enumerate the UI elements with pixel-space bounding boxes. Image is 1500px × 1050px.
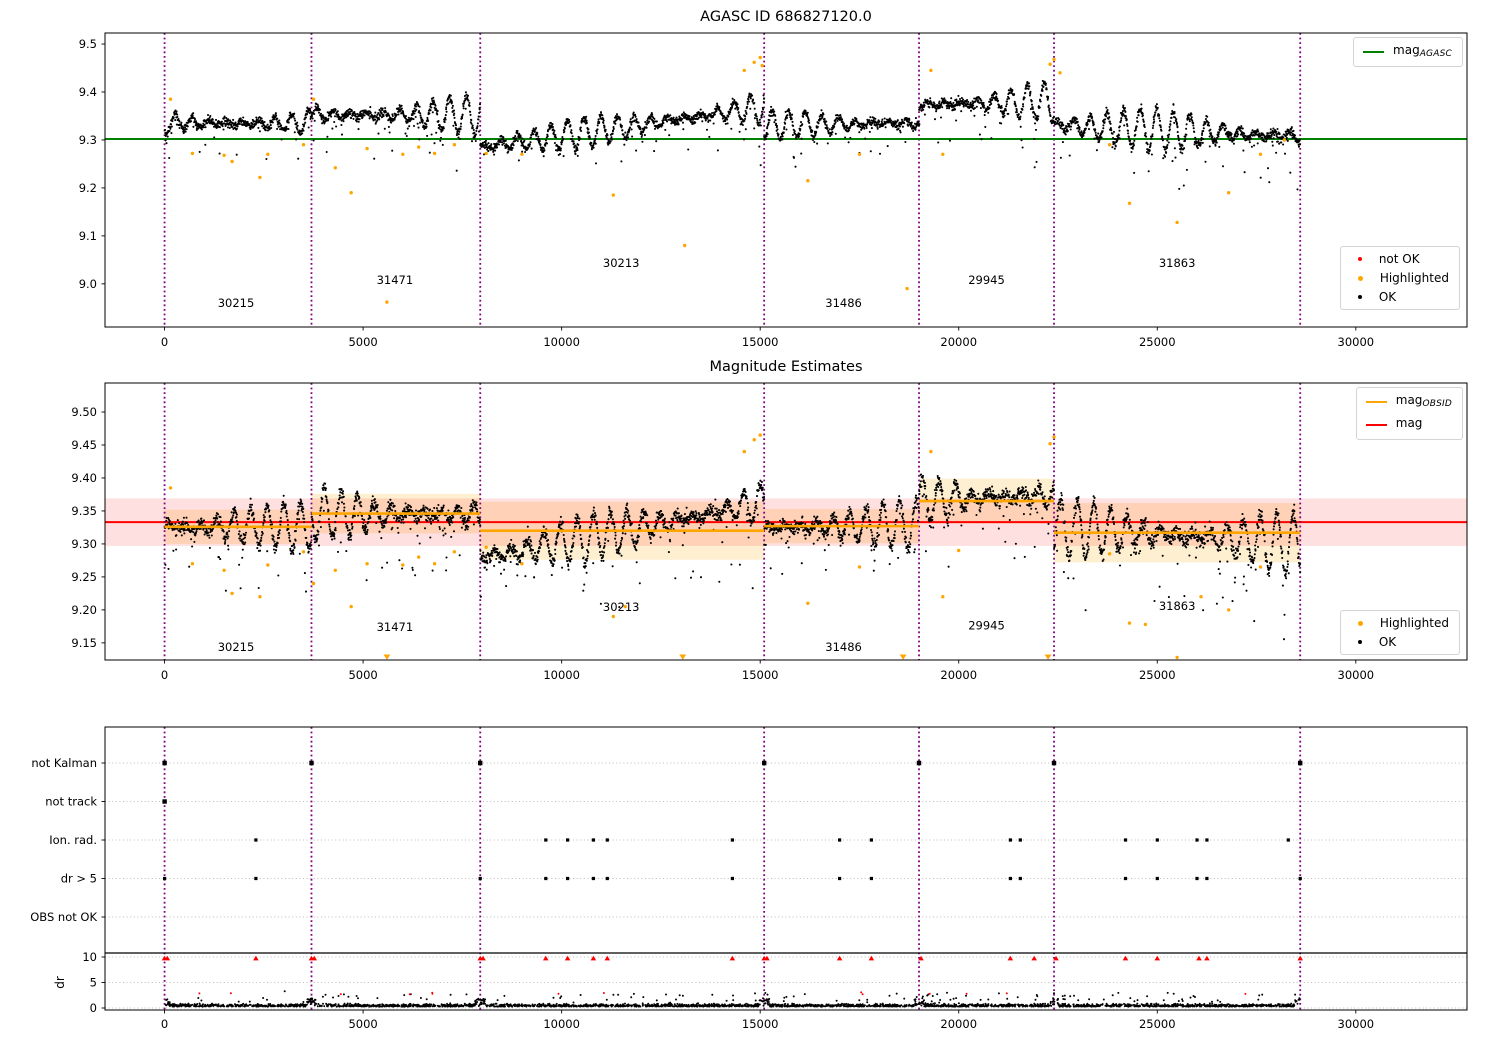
- orange-dot-swatch: [1357, 275, 1363, 281]
- green-line-swatch: [1363, 50, 1385, 54]
- legend-item-highlighted: Highlighted: [1350, 271, 1449, 285]
- y-tick-label: 9.40: [71, 471, 97, 485]
- x-tick-label: 5000: [348, 668, 377, 682]
- obsid-label: 30215: [218, 640, 255, 654]
- obsid-label: 30213: [603, 256, 640, 270]
- orange-dot-swatch: [1357, 620, 1363, 626]
- y-tick-label: 9.2: [79, 181, 97, 195]
- middle-plot: 0 5000 10000 15000 20000 25000 30000 9.50 9.45 9.…: [71, 382, 1468, 682]
- top-plot-title: AGASC ID 686827120.0: [700, 9, 872, 25]
- legend-label: Highlighted: [1379, 271, 1449, 285]
- legend-label: OK: [1378, 635, 1397, 649]
- legend-item-ok: OK: [1350, 635, 1449, 649]
- x-tick-label: 20000: [940, 668, 977, 682]
- y-tick-label: 9.0: [79, 277, 97, 291]
- x-tick-label: 10000: [543, 335, 580, 349]
- obsid-label: 31471: [377, 273, 414, 287]
- dr-tick-label: 10: [82, 950, 97, 964]
- x-tick-label: 10000: [543, 668, 580, 682]
- flag-row-label: Ion. rad.: [49, 833, 97, 847]
- x-tick-label: 5000: [348, 1017, 377, 1031]
- x-tick-label: 0: [161, 1017, 168, 1031]
- x-tick-label: 25000: [1139, 1017, 1176, 1031]
- x-tick-label: 20000: [940, 1017, 977, 1031]
- legend-mag-agasc: magAGASC: [1353, 37, 1463, 67]
- legend-label: OK: [1378, 290, 1397, 304]
- bottom-plot: 0 5000 10000 15000 20000 25000 30000 not Kalman…: [30, 726, 1468, 1031]
- legend-label: Highlighted: [1379, 616, 1449, 630]
- flag-row-label: OBS not OK: [30, 910, 97, 924]
- legend-label: not OK: [1378, 252, 1420, 266]
- flag-row-label: not track: [45, 795, 97, 809]
- y-tick-label: 9.5: [79, 37, 97, 51]
- obsid-label: 31471: [377, 620, 414, 634]
- x-tick-label: 20000: [940, 335, 977, 349]
- legend-item-mag-obsid: magOBSID: [1365, 393, 1452, 411]
- obsid-label: 31863: [1159, 599, 1196, 613]
- figure: 0 5000 10000 15000 20000 25000 30000 9.5 9.4 9.3 9…: [0, 0, 1500, 1050]
- obsid-label: 31486: [825, 640, 862, 654]
- x-tick-label: 30000: [1338, 668, 1375, 682]
- legend-item-highlighted: Highlighted: [1350, 616, 1449, 630]
- y-tick-label: 9.35: [71, 504, 97, 518]
- dr-scatter-ok: [164, 990, 1301, 1008]
- x-tick-label: 15000: [742, 335, 779, 349]
- legend-item-mag-agasc: magAGASC: [1363, 43, 1452, 61]
- red-dot-swatch: [1357, 257, 1362, 261]
- legend-label: mag: [1395, 416, 1423, 430]
- figure-canvas: 0 5000 10000 15000 20000 25000 300009.59.49.39…: [30, 32, 1468, 1031]
- y-tick-label: 9.45: [71, 438, 97, 452]
- legend-label: magOBSID: [1395, 393, 1452, 409]
- x-tick-label: 10000: [543, 1017, 580, 1031]
- y-tick-label: 9.50: [71, 405, 97, 419]
- y-tick-label: 9.20: [71, 603, 97, 617]
- x-tick-label: 25000: [1139, 668, 1176, 682]
- legend-middle-status: Highlighted OK: [1339, 610, 1460, 655]
- top-scatter-ok: [163, 79, 1302, 191]
- obsid-label: 31486: [825, 296, 862, 310]
- y-tick-label: 9.25: [71, 570, 97, 584]
- y-tick-label: 9.1: [79, 229, 97, 243]
- orange-line-swatch: [1365, 400, 1387, 404]
- middle-plot-title: Magnitude Estimates: [709, 359, 863, 375]
- x-tick-label: 5000: [348, 335, 377, 349]
- x-tick-label: 30000: [1338, 1017, 1375, 1031]
- legend-top-status: not OK Highlighted OK: [1339, 246, 1460, 310]
- legend-item-not-ok: not OK: [1350, 252, 1449, 266]
- dr-clipped-markers: [161, 955, 1304, 961]
- y-tick-label: 9.3: [79, 133, 97, 147]
- obsid-label: 30215: [218, 296, 255, 310]
- dr-tick-label: 0: [90, 1001, 97, 1015]
- legend-item-mag: mag: [1365, 416, 1452, 434]
- y-tick-label: 9.4: [79, 85, 97, 99]
- y-tick-label: 9.15: [71, 636, 97, 650]
- dr-axis-label: dr: [53, 976, 67, 989]
- black-dot-swatch: [1357, 295, 1362, 299]
- flag-row-label: not Kalman: [31, 756, 97, 770]
- dr-scatter-not-ok: [198, 991, 1247, 996]
- legend-label: magAGASC: [1393, 43, 1452, 59]
- black-dot-swatch: [1357, 640, 1362, 644]
- x-tick-label: 30000: [1338, 335, 1375, 349]
- legend-mag-lines: magOBSID mag: [1355, 387, 1463, 440]
- obsid-label: 30213: [603, 600, 640, 614]
- x-tick-label: 25000: [1139, 335, 1176, 349]
- x-tick-label: 15000: [742, 668, 779, 682]
- x-tick-label: 15000: [742, 1017, 779, 1031]
- y-tick-label: 9.30: [71, 537, 97, 551]
- top-plot: 0 5000 10000 15000 20000 25000 30000 9.5 9.4 9.3 9…: [79, 32, 1468, 349]
- obsid-label: 31863: [1159, 256, 1196, 270]
- dr-tick-label: 5: [90, 976, 97, 990]
- clipped-low-markers: [383, 654, 1052, 660]
- obsid-label: 29945: [968, 273, 1005, 287]
- top-scatter-highlighted: [168, 55, 1287, 304]
- flag-row-label: dr > 5: [61, 872, 97, 886]
- legend-item-ok: OK: [1350, 290, 1449, 304]
- red-line-swatch: [1365, 423, 1387, 427]
- obsid-label: 29945: [968, 619, 1005, 633]
- x-tick-label: 0: [161, 668, 168, 682]
- x-tick-label: 0: [161, 335, 168, 349]
